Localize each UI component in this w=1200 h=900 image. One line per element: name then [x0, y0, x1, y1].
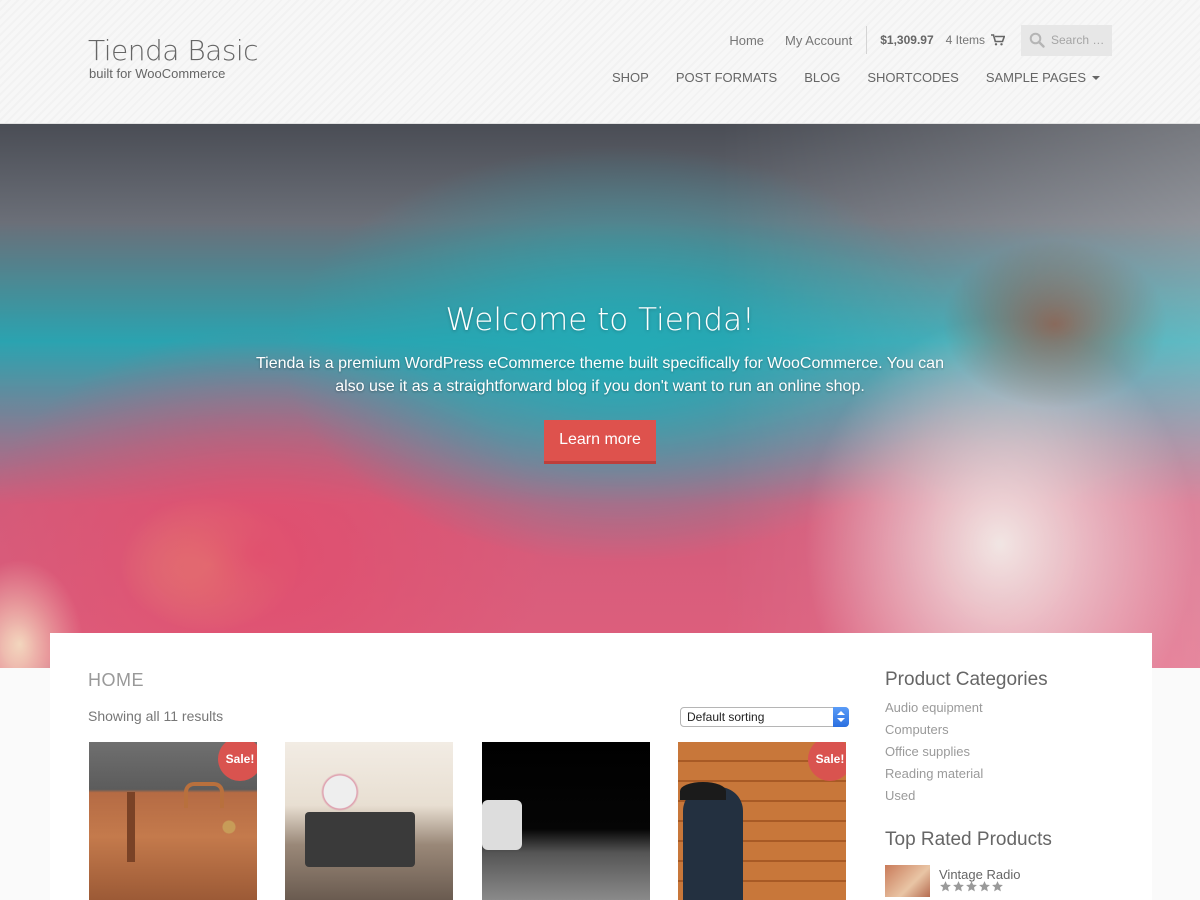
star-rating	[939, 880, 1004, 893]
search-input[interactable]	[1051, 33, 1107, 47]
star-icon	[966, 881, 977, 892]
cart-total[interactable]: $1,309.97	[880, 33, 933, 47]
search-box	[1021, 24, 1112, 56]
result-count: Showing all 11 results	[88, 708, 224, 724]
product-image-detail	[683, 787, 743, 900]
hero-content: Welcome to Tienda! Tienda is a premium W…	[0, 302, 1200, 464]
nav-item-sample-pages-label: SAMPLE PAGES	[985, 70, 1086, 85]
breadcrumb[interactable]: HOME	[88, 670, 144, 691]
sorting-select[interactable]: Default sorting	[680, 707, 849, 727]
top-rated-thumbnail[interactable]	[885, 865, 930, 897]
product-image-detail	[680, 782, 726, 800]
site-header: Tienda Basic built for WooCommerce Home …	[0, 0, 1200, 124]
product-card[interactable]	[285, 742, 453, 900]
product-card[interactable]: Sale!	[678, 742, 846, 900]
star-icon	[953, 881, 964, 892]
category-link[interactable]: Office supplies	[885, 741, 1115, 763]
sorting-select-value: Default sorting	[687, 710, 765, 724]
main-navigation: SHOP POST FORMATS BLOG SHORTCODES SAMPLE…	[585, 70, 1100, 85]
top-rated-item[interactable]: Vintage Radio	[885, 865, 1115, 900]
product-card[interactable]	[482, 742, 650, 900]
product-categories-title: Product Categories	[885, 669, 1048, 690]
star-icon	[979, 881, 990, 892]
main-content: HOME Showing all 11 results Default sort…	[50, 633, 1152, 900]
category-link[interactable]: Computers	[885, 719, 1115, 741]
top-link-my-account[interactable]: My Account	[785, 33, 852, 48]
product-card[interactable]: Sale!	[89, 742, 257, 900]
star-icon	[940, 881, 951, 892]
site-tagline: built for WooCommerce	[89, 66, 226, 81]
learn-more-button[interactable]: Learn more	[544, 420, 656, 464]
product-image-detail	[305, 812, 415, 867]
product-categories-list: Audio equipment Computers Office supplie…	[885, 697, 1115, 807]
product-image-detail	[127, 792, 135, 862]
shopping-cart-icon[interactable]	[991, 34, 1005, 46]
product-image-detail	[184, 782, 224, 808]
category-link[interactable]: Audio equipment	[885, 697, 1115, 719]
hero-text: Tienda is a premium WordPress eCommerce …	[256, 355, 944, 395]
hero-title: Welcome to Tienda!	[445, 302, 755, 338]
star-icon	[992, 881, 1003, 892]
nav-item-post-formats[interactable]: POST FORMATS	[676, 70, 777, 85]
top-link-home[interactable]: Home	[729, 33, 764, 48]
category-link[interactable]: Reading material	[885, 763, 1115, 785]
hero-banner: Welcome to Tienda! Tienda is a premium W…	[0, 124, 1200, 668]
site-title[interactable]: Tienda Basic	[88, 34, 259, 67]
nav-item-sample-pages[interactable]: SAMPLE PAGES	[986, 70, 1100, 85]
sidebar: Product Categories Audio equipment Compu…	[885, 669, 1115, 900]
top-bar: Home My Account $1,309.97 4 Items	[729, 24, 1112, 56]
search-icon[interactable]	[1029, 32, 1045, 48]
top-bar-divider	[866, 26, 868, 54]
category-link[interactable]: Used	[885, 785, 1115, 807]
top-rated-title: Top Rated Products	[885, 829, 1052, 850]
nav-item-blog[interactable]: BLOG	[804, 70, 840, 85]
nav-item-shortcodes[interactable]: SHORTCODES	[867, 70, 959, 85]
product-image-detail	[482, 800, 522, 850]
select-arrows-icon	[833, 707, 849, 727]
caret-down-icon	[1092, 75, 1100, 80]
cart-item-count[interactable]: 4 Items	[946, 33, 985, 47]
nav-item-shop[interactable]: SHOP	[612, 70, 649, 85]
